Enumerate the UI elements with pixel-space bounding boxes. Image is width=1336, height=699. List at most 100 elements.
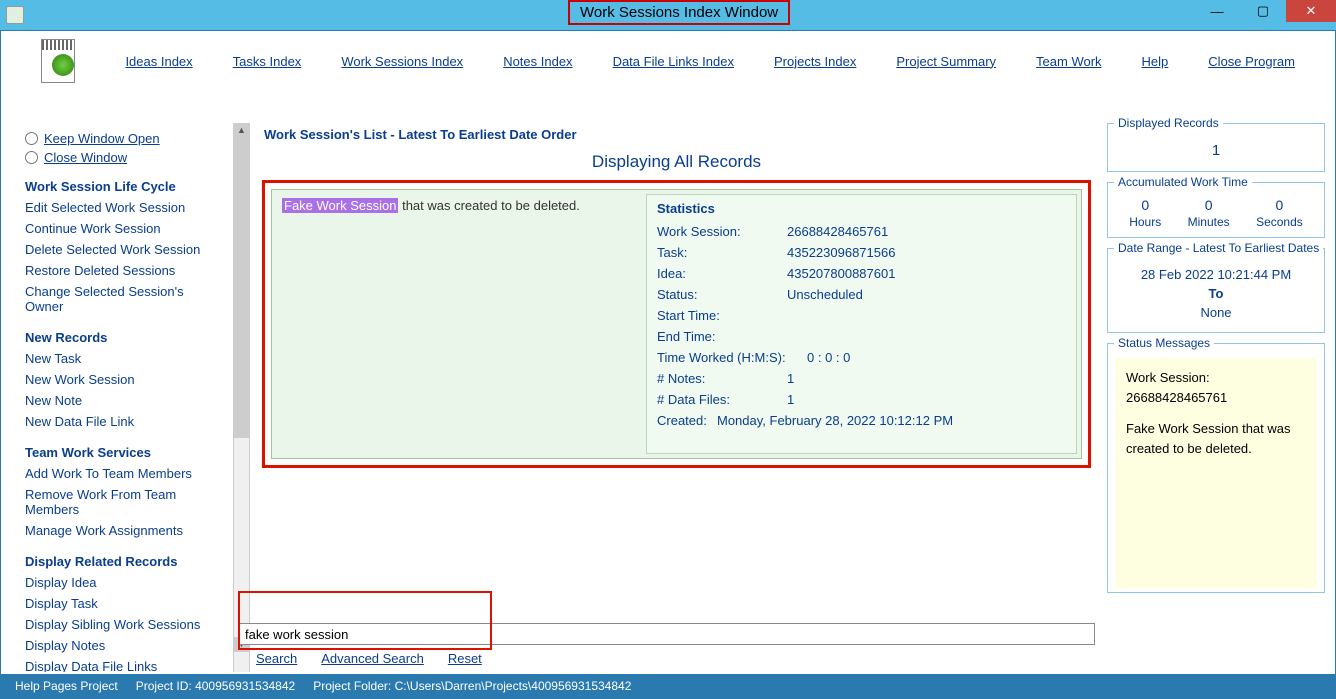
hours-value: 0 [1129, 197, 1161, 213]
seconds-label: Seconds [1256, 215, 1303, 229]
stat-start-label: Start Time: [657, 308, 787, 323]
statusbar-project-folder: Project Folder: C:\Users\Darren\Projects… [313, 679, 631, 693]
stat-task-label: Task: [657, 245, 787, 260]
content-row: Keep Window Open Close Window Work Sessi… [1, 123, 1335, 672]
date-range-title: Date Range - Latest To Earliest Dates [1114, 241, 1323, 255]
record-card[interactable]: Fake Work Session that was created to be… [271, 189, 1082, 459]
new-records-heading: New Records [25, 330, 219, 345]
statusbar-project-id: Project ID: 400956931534842 [136, 679, 295, 693]
sidebar-change-owner[interactable]: Change Selected Session's Owner [25, 284, 219, 314]
menu-tasks-index[interactable]: Tasks Index [233, 50, 302, 73]
displayed-records-title: Displayed Records [1114, 116, 1223, 130]
team-services-heading: Team Work Services [25, 445, 219, 460]
sidebar-manage-assignments[interactable]: Manage Work Assignments [25, 523, 219, 538]
close-window-row[interactable]: Close Window [25, 150, 219, 165]
maximize-button[interactable]: ▢ [1240, 0, 1286, 22]
sidebar-display-idea[interactable]: Display Idea [25, 575, 219, 590]
sidebar-edit-session[interactable]: Edit Selected Work Session [25, 200, 219, 215]
statusbar: Help Pages Project Project ID: 400956931… [1, 674, 1335, 698]
stat-created-label: Created: [657, 413, 717, 428]
menu-datafile-links-index[interactable]: Data File Links Index [613, 50, 734, 73]
reset-button[interactable]: Reset [448, 651, 482, 666]
hours-label: Hours [1129, 215, 1161, 229]
sidebar-remove-team-work[interactable]: Remove Work From Team Members [25, 487, 219, 517]
minimize-button[interactable]: — [1194, 0, 1240, 22]
sidebar-new-datafile-link[interactable]: New Data File Link [25, 414, 219, 429]
menu-projects-index[interactable]: Projects Index [774, 50, 856, 73]
sidebar-new-note[interactable]: New Note [25, 393, 219, 408]
search-button[interactable]: Search [256, 651, 297, 666]
calendar-clock-icon [41, 39, 75, 83]
sidebar-add-team-work[interactable]: Add Work To Team Members [25, 466, 219, 481]
menu-ideas-index[interactable]: Ideas Index [125, 50, 192, 73]
stat-notes-label: # Notes: [657, 371, 787, 386]
stat-idea-label: Idea: [657, 266, 787, 281]
close-window-label[interactable]: Close Window [44, 150, 127, 165]
keep-window-open-label[interactable]: Keep Window Open [44, 131, 160, 146]
window-controls: — ▢ ✕ [1194, 0, 1336, 22]
sidebar-display-siblings[interactable]: Display Sibling Work Sessions [25, 617, 219, 632]
sidebar-display-notes[interactable]: Display Notes [25, 638, 219, 653]
close-window-radio[interactable] [25, 151, 38, 164]
sidebar-continue-session[interactable]: Continue Work Session [25, 221, 219, 236]
sidebar-delete-session[interactable]: Delete Selected Work Session [25, 242, 219, 257]
statusbar-help-pages: Help Pages Project [15, 679, 118, 693]
menubar: Ideas Index Tasks Index Work Sessions In… [1, 31, 1335, 91]
stat-notes-value: 1 [787, 371, 794, 386]
related-records-heading: Display Related Records [25, 554, 219, 569]
date-range-group: Date Range - Latest To Earliest Dates 28… [1107, 248, 1325, 333]
sidebar-new-task[interactable]: New Task [25, 351, 219, 366]
sidebar-scrollbar[interactable]: ▲ ▼ [233, 123, 250, 672]
keep-window-open-row[interactable]: Keep Window Open [25, 131, 219, 146]
stat-worksession-value: 26688428465761 [787, 224, 888, 239]
record-description: Fake Work Session that was created to be… [272, 190, 642, 458]
menu-team-work[interactable]: Team Work [1036, 50, 1102, 73]
stat-worked-value: 0 : 0 : 0 [807, 350, 850, 365]
displayed-records-group: Displayed Records 1 [1107, 123, 1325, 172]
keep-window-open-radio[interactable] [25, 132, 38, 145]
sidebar-new-work-session[interactable]: New Work Session [25, 372, 219, 387]
scroll-thumb[interactable] [234, 138, 249, 438]
search-input[interactable] [238, 623, 1095, 645]
close-button[interactable]: ✕ [1286, 0, 1336, 22]
menu-notes-index[interactable]: Notes Index [503, 50, 572, 73]
menu-help[interactable]: Help [1142, 50, 1169, 73]
status-line1: Work Session: 26688428465761 [1126, 368, 1306, 407]
sidebar-display-task[interactable]: Display Task [25, 596, 219, 611]
date-range-from: 28 Feb 2022 10:21:44 PM [1116, 267, 1316, 282]
menu-project-summary[interactable]: Project Summary [896, 50, 996, 73]
app-icon [6, 6, 24, 24]
stat-files-label: # Data Files: [657, 392, 787, 407]
main-panel: Work Session's List - Latest To Earliest… [250, 123, 1103, 672]
lifecycle-heading: Work Session Life Cycle [25, 179, 219, 194]
list-header: Work Session's List - Latest To Earliest… [264, 127, 1095, 142]
stat-status-label: Status: [657, 287, 787, 302]
sidebar-restore-sessions[interactable]: Restore Deleted Sessions [25, 263, 219, 278]
statistics-panel: Statistics Work Session:26688428465761 T… [646, 194, 1077, 454]
stat-created-value: Monday, February 28, 2022 10:12:12 PM [717, 413, 953, 428]
status-messages-group: Status Messages Work Session: 2668842846… [1107, 343, 1325, 593]
stat-worksession-label: Work Session: [657, 224, 787, 239]
menu-close-program[interactable]: Close Program [1208, 50, 1295, 73]
status-messages-box: Work Session: 26688428465761 Fake Work S… [1116, 358, 1316, 588]
stat-worked-label: Time Worked (H:M:S): [657, 350, 807, 365]
sidebar: Keep Window Open Close Window Work Sessi… [1, 123, 233, 672]
sidebar-display-datafiles[interactable]: Display Data File Links [25, 659, 219, 672]
minutes-label: Minutes [1188, 215, 1230, 229]
displayed-records-value: 1 [1116, 138, 1316, 163]
scroll-up-icon[interactable]: ▲ [234, 123, 249, 138]
search-area: Search Advanced Search Reset [238, 623, 1095, 672]
search-buttons: Search Advanced Search Reset [238, 645, 1095, 672]
stat-end-label: End Time: [657, 329, 787, 344]
date-range-to-label: To [1116, 286, 1316, 301]
status-line2: Fake Work Session that was created to be… [1126, 419, 1306, 458]
accumulated-time-title: Accumulated Work Time [1114, 175, 1252, 189]
right-column: Displayed Records 1 Accumulated Work Tim… [1103, 123, 1335, 672]
seconds-value: 0 [1256, 197, 1303, 213]
advanced-search-button[interactable]: Advanced Search [321, 651, 424, 666]
stat-idea-value: 435207800887601 [787, 266, 895, 281]
window-title: Work Sessions Index Window [580, 4, 778, 21]
app-body: Ideas Index Tasks Index Work Sessions In… [0, 30, 1336, 699]
stat-task-value: 435223096871566 [787, 245, 895, 260]
menu-work-sessions-index[interactable]: Work Sessions Index [341, 50, 463, 73]
